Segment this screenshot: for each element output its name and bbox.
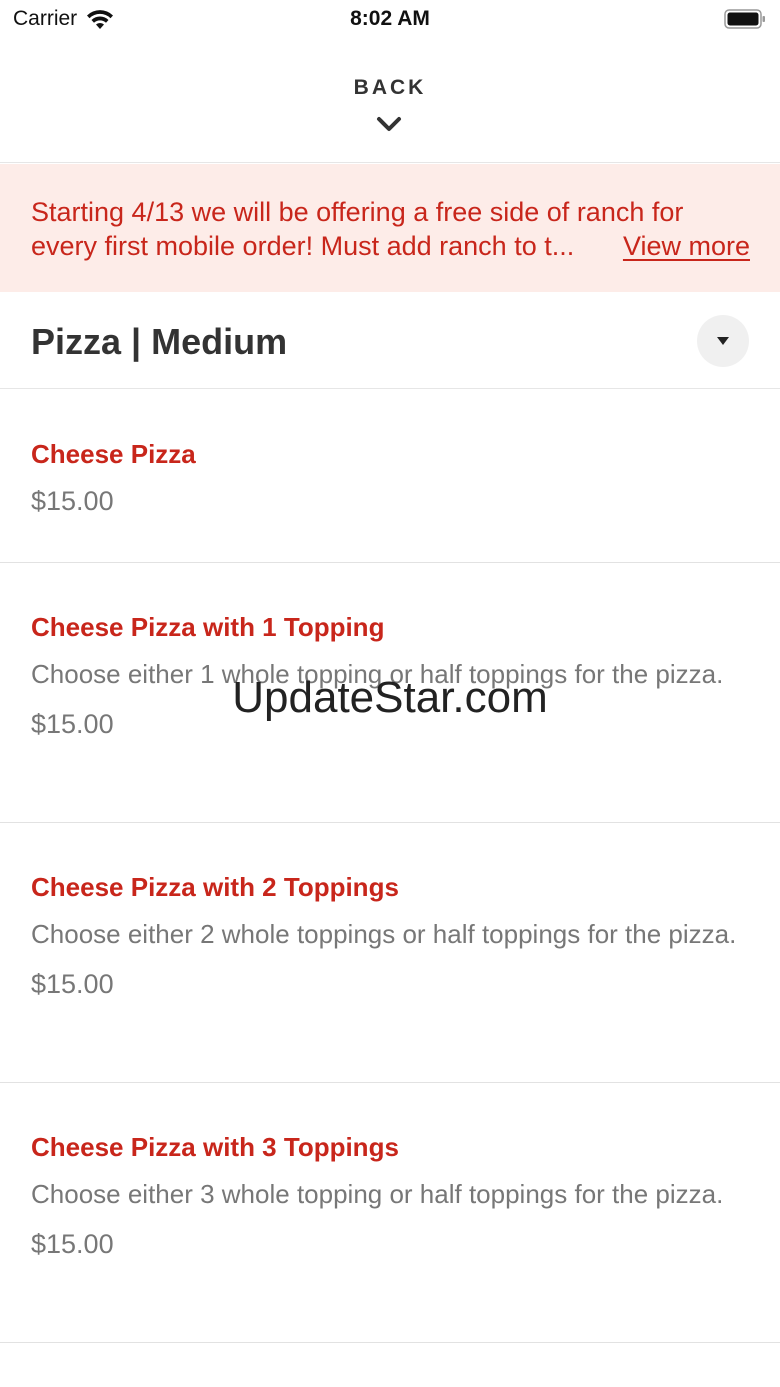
section-title: Pizza | Medium bbox=[31, 321, 288, 362]
back-button[interactable]: BACK bbox=[0, 76, 780, 100]
menu-item-description: Choose either 3 whole topping or half to… bbox=[31, 1179, 724, 1209]
menu-item-cheese-pizza-1-topping[interactable]: Cheese Pizza with 1 Topping Choose eithe… bbox=[0, 563, 780, 823]
menu-item-description: Choose either 1 whole topping or half to… bbox=[31, 659, 724, 689]
menu-item-name: Cheese Pizza bbox=[31, 439, 196, 469]
promo-text-line-1: Starting 4/13 we will be offering a free… bbox=[31, 197, 684, 227]
status-bar: Carrier 8:02 AM bbox=[0, 0, 780, 40]
section-dropdown-button[interactable] bbox=[697, 315, 749, 367]
promo-text-line-2: every first mobile order! Must add ranch… bbox=[31, 231, 575, 261]
menu-item-name: Cheese Pizza with 1 Topping bbox=[31, 612, 385, 642]
section-header[interactable]: Pizza | Medium bbox=[0, 293, 780, 389]
battery-icon bbox=[724, 9, 765, 29]
menu-item-name: Cheese Pizza with 2 Toppings bbox=[31, 872, 399, 902]
menu-item-price: $15.00 bbox=[31, 709, 114, 739]
menu-item-cheese-pizza-3-toppings[interactable]: Cheese Pizza with 3 Toppings Choose eith… bbox=[0, 1083, 780, 1343]
promo-banner: Starting 4/13 we will be offering a free… bbox=[0, 164, 780, 292]
view-more-link[interactable]: View more bbox=[623, 229, 750, 263]
menu-item-name: Cheese Pizza with 3 Toppings bbox=[31, 1132, 399, 1162]
clock: 8:02 AM bbox=[350, 7, 430, 30]
menu-item-cheese-pizza[interactable]: Cheese Pizza $15.00 bbox=[0, 390, 780, 563]
chevron-down-icon[interactable] bbox=[376, 116, 402, 132]
caret-down-icon bbox=[717, 337, 729, 345]
menu-item-price: $15.00 bbox=[31, 969, 114, 999]
back-bar bbox=[0, 40, 780, 163]
menu-item-description: Choose either 2 whole toppings or half t… bbox=[31, 919, 737, 949]
menu-item-price: $15.00 bbox=[31, 486, 114, 516]
menu-item-cheese-pizza-2-toppings[interactable]: Cheese Pizza with 2 Toppings Choose eith… bbox=[0, 823, 780, 1083]
menu-item-price: $15.00 bbox=[31, 1229, 114, 1259]
